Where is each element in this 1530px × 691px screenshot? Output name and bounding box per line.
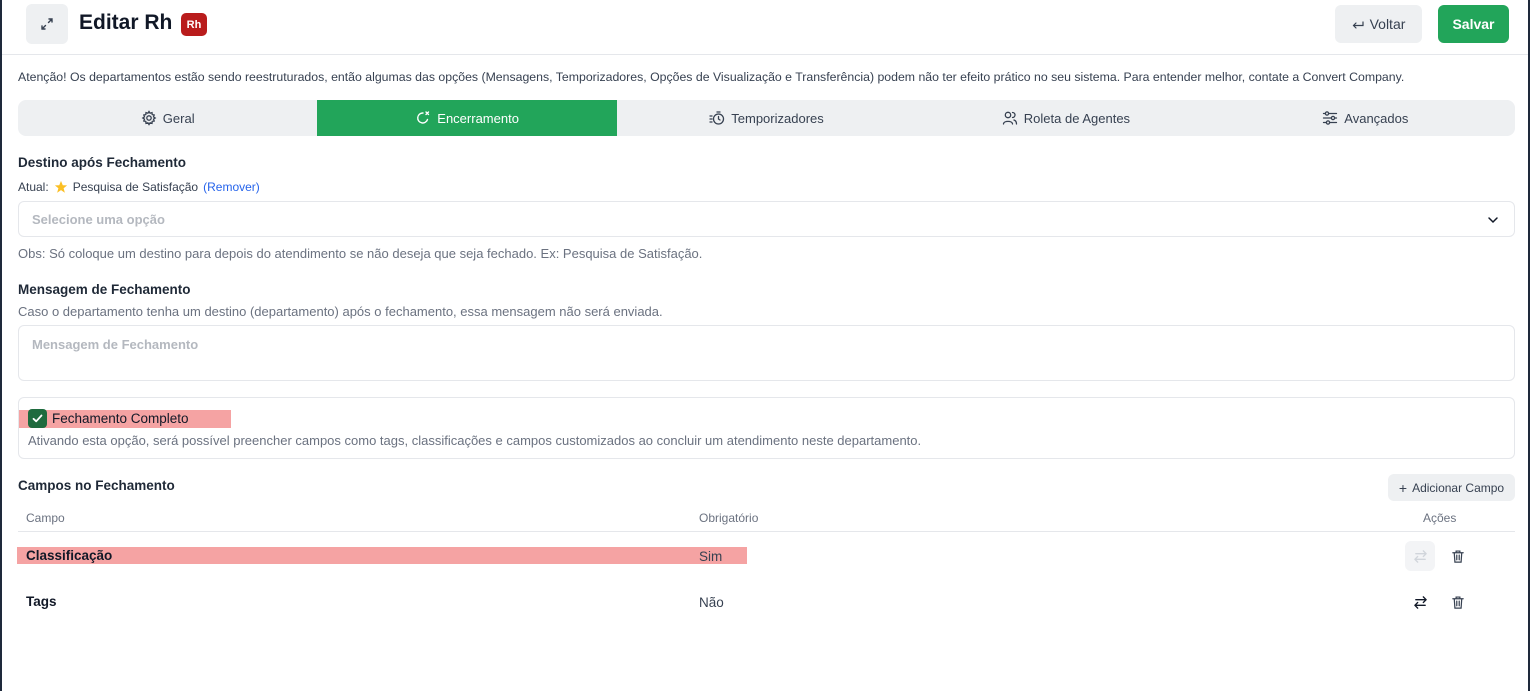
full-closing-label: Fechamento Completo <box>52 411 189 426</box>
save-button[interactable]: Salvar <box>1438 5 1509 43</box>
tab-label: Roleta de Agentes <box>1023 110 1131 126</box>
timer-icon <box>709 111 725 125</box>
toggle-required-button[interactable] <box>1405 541 1435 571</box>
message-description: Caso o departamento tenha um destino (de… <box>18 304 663 319</box>
checkmark-icon <box>32 414 43 423</box>
destino-title: Destino após Fechamento <box>18 155 187 170</box>
back-button-label: Voltar <box>1369 16 1406 32</box>
message-title: Mensagem de Fechamento <box>18 282 191 297</box>
table-header-divider <box>18 531 1515 532</box>
table-row-campo: Classificação <box>26 548 113 563</box>
plus-icon: + <box>1398 479 1408 496</box>
full-closing-checkbox[interactable] <box>28 409 47 428</box>
column-header-acoes: Ações <box>1423 511 1457 525</box>
swap-icon <box>1413 549 1427 563</box>
toggle-required-button[interactable] <box>1405 587 1435 617</box>
tab-label: Temporizadores <box>731 110 824 126</box>
table-row-campo: Tags <box>26 594 57 609</box>
tab-temporizadores[interactable]: Temporizadores <box>617 100 916 136</box>
star-icon <box>54 180 67 193</box>
swap-icon <box>1413 595 1427 609</box>
tab-label: Encerramento <box>437 110 519 126</box>
table-row-obrigatorio: Sim <box>699 549 723 564</box>
tab-encerramento[interactable]: Encerramento <box>317 100 617 136</box>
back-button[interactable]: Voltar <box>1335 5 1422 43</box>
destination-select[interactable]: Selecione uma opção <box>18 201 1515 237</box>
table-row-obrigatorio: Não <box>699 595 724 610</box>
users-icon <box>1002 111 1017 125</box>
add-field-label: Adicionar Campo <box>1412 480 1505 495</box>
tab-roleta-de-agentes[interactable]: Roleta de Agentes <box>916 100 1215 136</box>
trash-icon <box>1452 595 1464 609</box>
fields-title: Campos no Fechamento <box>18 478 175 493</box>
trash-icon <box>1452 549 1464 563</box>
tab-label: Avançados <box>1344 110 1409 126</box>
select-placeholder: Selecione uma opção <box>32 211 165 227</box>
add-field-button[interactable]: + Adicionar Campo <box>1388 474 1515 501</box>
full-closing-box: Fechamento Completo Ativando esta opção,… <box>18 397 1515 459</box>
expand-icon <box>41 18 53 30</box>
page-title: Editar Rh <box>79 11 173 34</box>
tab-label: Geral <box>162 110 195 126</box>
remove-destination-link[interactable]: (Remover) <box>203 180 260 194</box>
window-frame-left <box>0 0 2 691</box>
destination-note: Obs: Só coloque um destino para depois d… <box>18 246 703 261</box>
tab-bar: Geral Encerramento Temporizadores Roleta… <box>18 100 1515 136</box>
delete-field-button[interactable] <box>1443 587 1473 617</box>
closing-message-input[interactable]: Mensagem de Fechamento <box>18 325 1515 381</box>
delete-field-button[interactable] <box>1443 541 1473 571</box>
current-destination-value: Pesquisa de Satisfação <box>72 180 199 194</box>
restructure-notice: Atenção! Os departamentos estão sendo re… <box>18 70 1405 84</box>
tab-geral[interactable]: Geral <box>18 100 317 136</box>
expand-button[interactable] <box>26 4 68 44</box>
column-header-obrigatorio: Obrigatório <box>699 511 759 525</box>
back-arrow-icon <box>1352 21 1364 29</box>
full-closing-description: Ativando esta opção, será possível preen… <box>28 433 922 448</box>
sliders-icon <box>1323 111 1338 125</box>
department-badge: Rh <box>181 13 207 36</box>
highlight-marker <box>17 547 747 564</box>
page-header: Editar Rh Rh Voltar Salvar <box>2 0 1528 55</box>
closing-message-placeholder: Mensagem de Fechamento <box>32 337 199 352</box>
gear-icon <box>141 110 157 126</box>
tab-avancados[interactable]: Avançados <box>1216 100 1515 136</box>
column-header-campo: Campo <box>26 511 65 525</box>
current-destination: Atual: Pesquisa de Satisfação (Remover) <box>18 180 260 194</box>
chevron-down-icon <box>1488 217 1498 224</box>
current-prefix: Atual: <box>18 180 49 194</box>
power-cycle-icon <box>417 111 430 124</box>
